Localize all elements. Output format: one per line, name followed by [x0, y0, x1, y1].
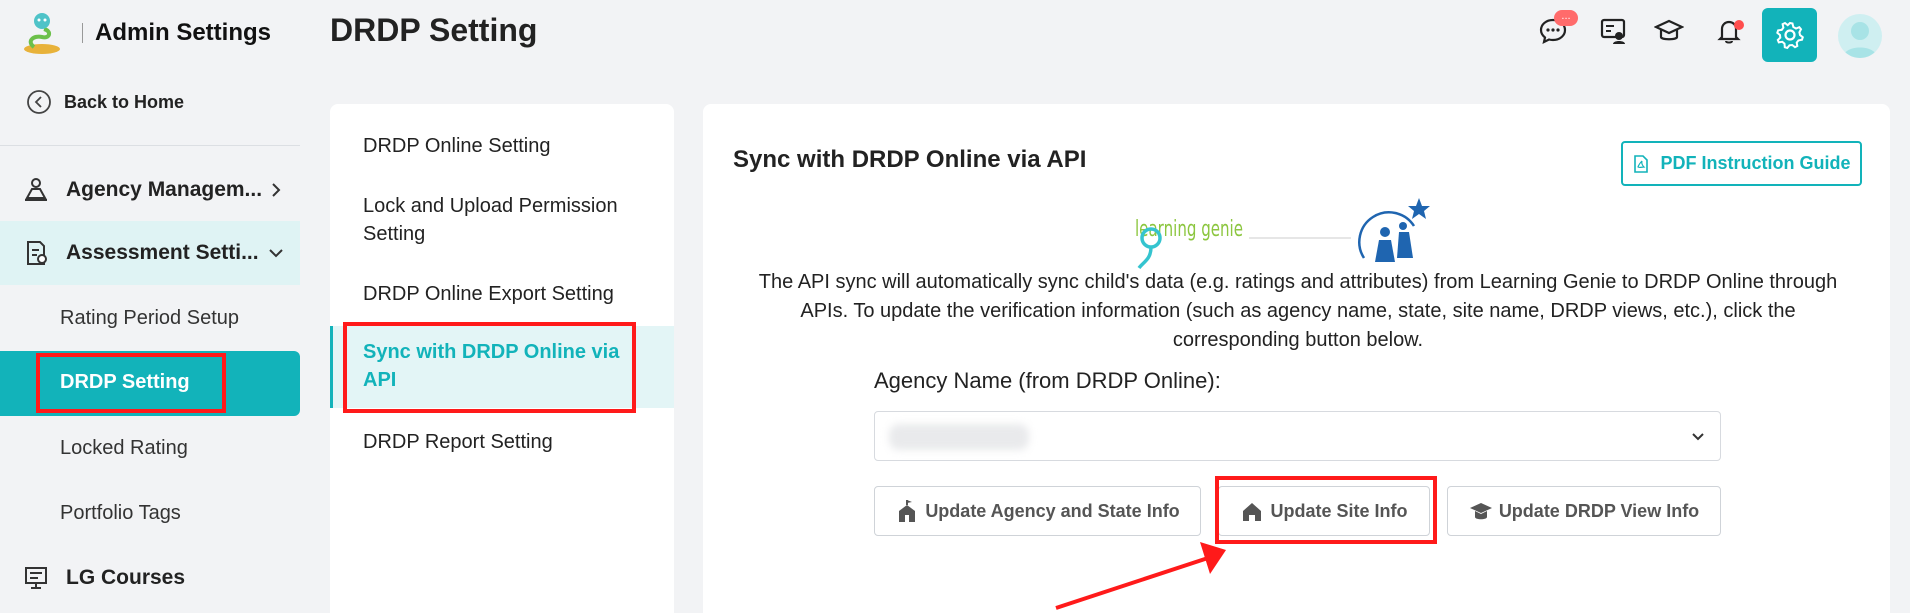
sidebar-item-label: Assessment Setti... [66, 241, 259, 264]
notifications-button[interactable] [1712, 14, 1746, 48]
sidebar-divider [0, 145, 300, 146]
page-title: DRDP Setting [330, 12, 538, 48]
graduation-cap-icon [1469, 503, 1492, 520]
partner-logos: learning genie [1135, 198, 1430, 270]
button-label: Update Site Info [1270, 500, 1408, 521]
back-to-home-link[interactable]: Back to Home [26, 89, 184, 115]
brand: Admin Settings [20, 10, 271, 55]
avatar-icon [1843, 22, 1877, 58]
menu-item-drdp-online-export[interactable]: DRDP Online Export Setting [363, 280, 653, 308]
sidebar-item-label: LG Courses [66, 566, 186, 589]
sidebar-subitem-locked-rating[interactable]: Locked Rating [60, 437, 188, 460]
sync-description: The API sync will automatically sync chi… [758, 271, 1838, 351]
avatar[interactable] [1838, 14, 1882, 58]
chevron-down-icon [1692, 433, 1704, 441]
sidebar-subitem-portfolio-tags[interactable]: Portfolio Tags [60, 502, 181, 525]
button-label: Update Agency and State Info [925, 500, 1180, 521]
annotation-arrow-icon [1055, 542, 1226, 610]
brand-separator [82, 22, 83, 43]
section-title: Sync with DRDP Online via API [733, 146, 1087, 173]
menu-item-drdp-online-setting[interactable]: DRDP Online Setting [363, 132, 653, 160]
graduation-cap-icon [1654, 19, 1684, 41]
school-building-icon [899, 500, 916, 522]
sidebar-item-agency-management[interactable]: Agency Managem... [0, 158, 300, 222]
agency-name-value-blurred [889, 424, 1029, 450]
menu-item-drdp-report-setting[interactable]: DRDP Report Setting [363, 428, 653, 456]
desired-results-logo [1358, 198, 1430, 262]
menu-item-label: Sync with DRDP Online via API [363, 341, 620, 391]
sidebar-subitem-drdp-setting[interactable]: DRDP Setting [0, 351, 300, 416]
pdf-instruction-guide-button[interactable]: PDF Instruction Guide [1621, 141, 1862, 186]
agency-name-label: Agency Name (from DRDP Online): [874, 368, 1221, 393]
sidebar: Admin Settings Back to Home Agency Manag… [0, 0, 300, 613]
home-icon [1243, 503, 1262, 521]
learning-genie-logo-icon [24, 12, 60, 54]
sidebar-item-lg-courses[interactable]: LG Courses [0, 546, 300, 610]
sidebar-item-assessment-settings[interactable]: Assessment Setti... [0, 221, 300, 285]
message-badge: ... [1554, 10, 1578, 26]
notification-dot [1734, 20, 1744, 30]
courses-header-button[interactable] [1652, 14, 1686, 48]
menu-item-lock-upload-permission[interactable]: Lock and Upload Permission Setting [363, 192, 653, 248]
assessment-icon [27, 241, 47, 265]
message-board-icon [1600, 18, 1626, 44]
chevron-down-icon [269, 249, 283, 258]
update-agency-state-button[interactable]: Update Agency and State Info [874, 486, 1201, 536]
app-title: Admin Settings [95, 18, 272, 46]
message-board-button[interactable] [1596, 14, 1630, 48]
back-to-home-label: Back to Home [64, 91, 185, 112]
button-label: Update DRDP View Info [1498, 500, 1700, 521]
sidebar-subitem-rating-period-setup[interactable]: Rating Period Setup [60, 307, 239, 330]
sidebar-item-label: Agency Managem... [66, 178, 263, 201]
settings-button[interactable] [1762, 8, 1817, 62]
sync-api-panel: Sync with DRDP Online via API PDF Instru… [703, 104, 1890, 613]
agency-icon [25, 178, 47, 201]
gear-icon [1775, 21, 1804, 50]
drdp-setting-menu: DRDP Online Setting Lock and Upload Perm… [330, 104, 674, 613]
sidebar-subitem-label: DRDP Setting [60, 371, 190, 393]
agency-name-select[interactable] [874, 411, 1721, 461]
menu-item-sync-drdp-api[interactable]: Sync with DRDP Online via API [330, 326, 674, 408]
back-arrow-icon [27, 90, 51, 114]
pdf-button-label: PDF Instruction Guide [1660, 153, 1851, 173]
chevron-right-icon [272, 183, 281, 197]
pdf-file-icon [1634, 154, 1649, 173]
update-drdp-view-button[interactable]: Update DRDP View Info [1447, 486, 1721, 536]
courses-icon [25, 567, 47, 589]
update-site-info-button[interactable]: Update Site Info [1218, 486, 1430, 536]
learning-genie-logo: learning genie [1135, 217, 1243, 270]
